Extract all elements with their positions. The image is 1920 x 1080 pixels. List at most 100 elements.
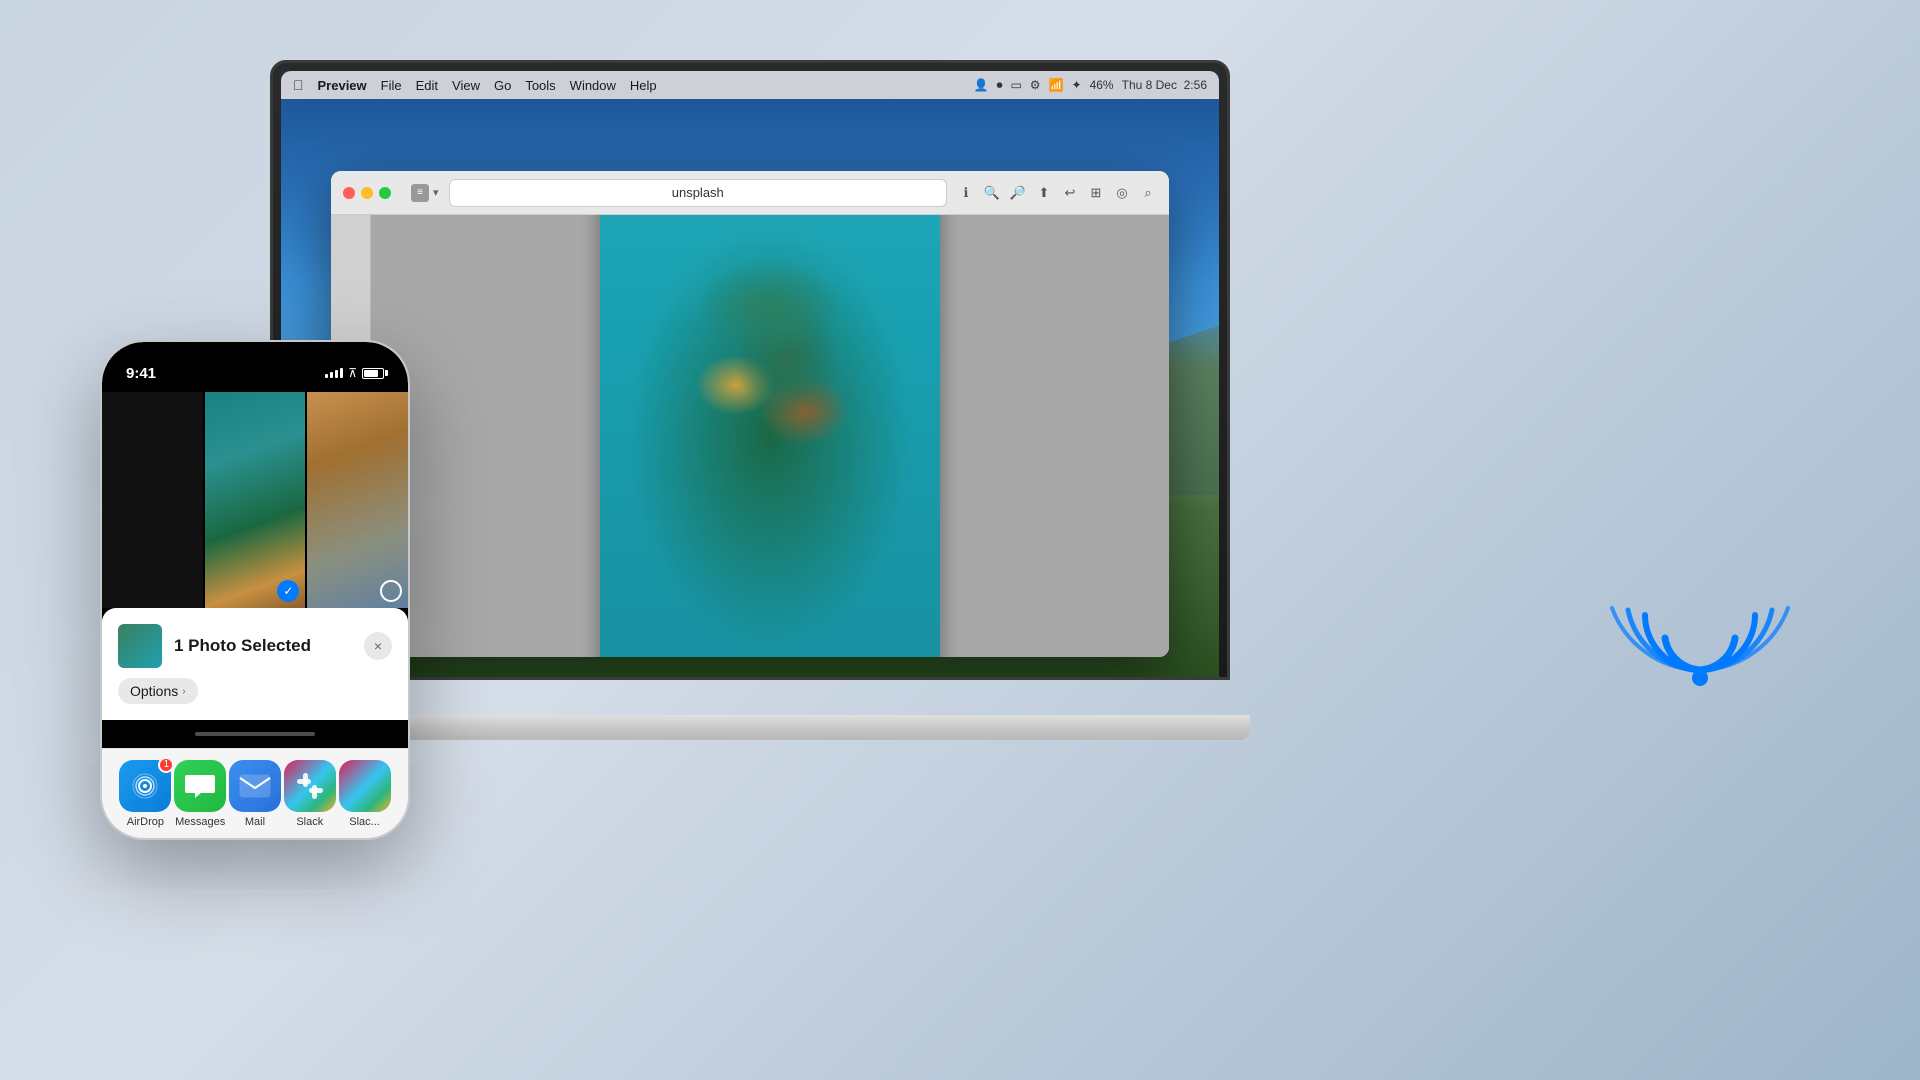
messages-svg-icon	[185, 773, 215, 799]
battery-fill	[364, 370, 378, 377]
wifi-icon: ⊼	[348, 366, 357, 380]
traffic-lights	[343, 187, 391, 199]
share-close-button[interactable]: ×	[364, 632, 392, 660]
menu-help[interactable]: Help	[630, 78, 657, 93]
airdrop-svg-icon	[130, 771, 160, 801]
dock-app-messages: Messages	[174, 760, 226, 828]
menu-view[interactable]: View	[452, 78, 480, 93]
mail-label: Mail	[245, 816, 265, 828]
airdrop-notification-badge: 1	[158, 757, 174, 773]
slack-app-icon[interactable]	[284, 760, 336, 812]
menubar-network-icon: 📶	[1049, 78, 1064, 92]
preview-content	[331, 215, 1169, 657]
aerial-island-photo	[600, 215, 940, 657]
menubar-bluetooth-icon: ✦	[1072, 78, 1082, 92]
share-panel-header: 1 Photo Selected ×	[118, 624, 392, 668]
airdrop-label: AirDrop	[127, 816, 164, 828]
browser-toolbar-icons: ℹ 🔍 🔎 ⬆ ↩ ⊞ ◎ ⌕	[957, 184, 1157, 202]
apple-menu[interactable]: 	[293, 77, 304, 93]
crop-icon[interactable]: ⊞	[1087, 184, 1105, 202]
browser-toolbar: ≡ ▾ unsplash ℹ 🔍 🔎 ⬆ ↩ ⊞ ◎ ⌕	[331, 171, 1169, 215]
signal-bar-2	[330, 372, 333, 378]
info-icon[interactable]: ℹ	[957, 184, 975, 202]
maximize-button[interactable]	[379, 187, 391, 199]
dock-app-slack: Slack	[284, 760, 336, 828]
dock-app-airdrop: 1 AirDrop	[119, 760, 171, 828]
iphone-notch-area: 9:41 ⊼	[102, 342, 408, 392]
chevron-right-icon: ›	[182, 686, 185, 697]
airdrop-app-icon[interactable]: 1	[119, 760, 171, 812]
share-icon[interactable]: ⬆	[1035, 184, 1053, 202]
menubar-user-icon: 👤	[973, 78, 988, 92]
menubar-window-icon: ▭	[1010, 78, 1021, 92]
dock-app-mail: Mail	[229, 760, 281, 828]
menu-app-name[interactable]: Preview	[318, 78, 367, 93]
dock-app-slack2: Slac...	[339, 760, 391, 828]
share-photo-thumbnail	[118, 624, 162, 668]
iphone-screen: ✓ 1 Photo Selected × Options ›	[102, 392, 408, 748]
photo-selected-checkmark: ✓	[277, 580, 299, 602]
menu-file[interactable]: File	[381, 78, 402, 93]
iphone-status-icons: ⊼	[325, 366, 384, 380]
photo-unselected-circle	[380, 580, 402, 602]
options-button[interactable]: Options ›	[118, 678, 198, 704]
signal-bar-3	[335, 370, 338, 378]
menu-tools[interactable]: Tools	[525, 78, 555, 93]
laptop:  Preview File Edit View Go Tools Window…	[270, 60, 1230, 740]
share-panel-title: 1 Photo Selected	[174, 636, 352, 656]
menu-edit[interactable]: Edit	[416, 78, 438, 93]
menubar-controls-icon: ⚙	[1030, 78, 1041, 92]
photo-strip-item-2[interactable]: ✓	[205, 392, 306, 608]
options-label: Options	[130, 683, 178, 699]
browser-window: ≡ ▾ unsplash ℹ 🔍 🔎 ⬆ ↩ ⊞ ◎ ⌕	[331, 171, 1169, 657]
signal-bar-4	[340, 368, 343, 378]
zoom-out-icon[interactable]: 🔍	[983, 184, 1001, 202]
airdrop-ripple-svg	[1600, 520, 1800, 720]
iphone: 9:41 ⊼ ✓	[100, 340, 410, 840]
laptop-screen:  Preview File Edit View Go Tools Window…	[281, 71, 1219, 677]
minimize-button[interactable]	[361, 187, 373, 199]
tab-chevron: ▾	[433, 186, 439, 199]
menubar-datetime: Thu 8 Dec 2:56	[1122, 78, 1207, 92]
url-bar[interactable]: unsplash	[449, 179, 947, 207]
tab-icon: ≡	[411, 184, 429, 202]
messages-app-icon[interactable]	[174, 760, 226, 812]
messages-label: Messages	[175, 816, 225, 828]
iphone-time: 9:41	[126, 365, 156, 382]
home-indicator-area	[102, 720, 408, 748]
zoom-in-icon[interactable]: 🔎	[1009, 184, 1027, 202]
slack-label: Slack	[296, 816, 323, 828]
menubar:  Preview File Edit View Go Tools Window…	[281, 71, 1219, 99]
location-icon[interactable]: ◎	[1113, 184, 1131, 202]
menubar-battery: 46%	[1090, 78, 1114, 92]
menubar-record-icon: ⏺	[996, 78, 1002, 93]
battery-indicator	[362, 368, 384, 379]
menu-window[interactable]: Window	[570, 78, 616, 93]
menubar-right: 👤 ⏺ ▭ ⚙ 📶 ✦ 46% Thu 8 Dec 2:56	[973, 78, 1207, 93]
rotate-icon[interactable]: ↩	[1061, 184, 1079, 202]
menubar-left:  Preview File Edit View Go Tools Window…	[293, 77, 657, 93]
mail-app-icon[interactable]	[229, 760, 281, 812]
slack-svg-icon	[295, 771, 325, 801]
search-icon[interactable]: ⌕	[1139, 184, 1157, 202]
close-icon: ×	[374, 638, 382, 654]
home-bar	[195, 732, 315, 736]
airdrop-ripple-decoration	[1600, 520, 1800, 720]
share-panel: 1 Photo Selected × Options ›	[102, 608, 408, 720]
url-text: unsplash	[672, 185, 724, 200]
browser-tabs: ≡ ▾	[411, 184, 439, 202]
laptop-body:  Preview File Edit View Go Tools Window…	[270, 60, 1230, 680]
menu-go[interactable]: Go	[494, 78, 511, 93]
signal-bars	[325, 368, 343, 378]
close-button[interactable]	[343, 187, 355, 199]
photo-strip: ✓	[102, 392, 408, 608]
signal-bar-1	[325, 374, 328, 378]
slack2-app-icon[interactable]	[339, 760, 391, 812]
preview-image-area	[371, 215, 1169, 657]
photo-strip-item-3[interactable]	[307, 392, 408, 608]
iphone-dock: 1 AirDrop Messages Mail	[102, 748, 408, 838]
photo-strip-item-1[interactable]	[102, 392, 203, 608]
slack2-label: Slac...	[349, 816, 380, 828]
mail-svg-icon	[239, 774, 271, 798]
preview-image	[600, 215, 940, 657]
